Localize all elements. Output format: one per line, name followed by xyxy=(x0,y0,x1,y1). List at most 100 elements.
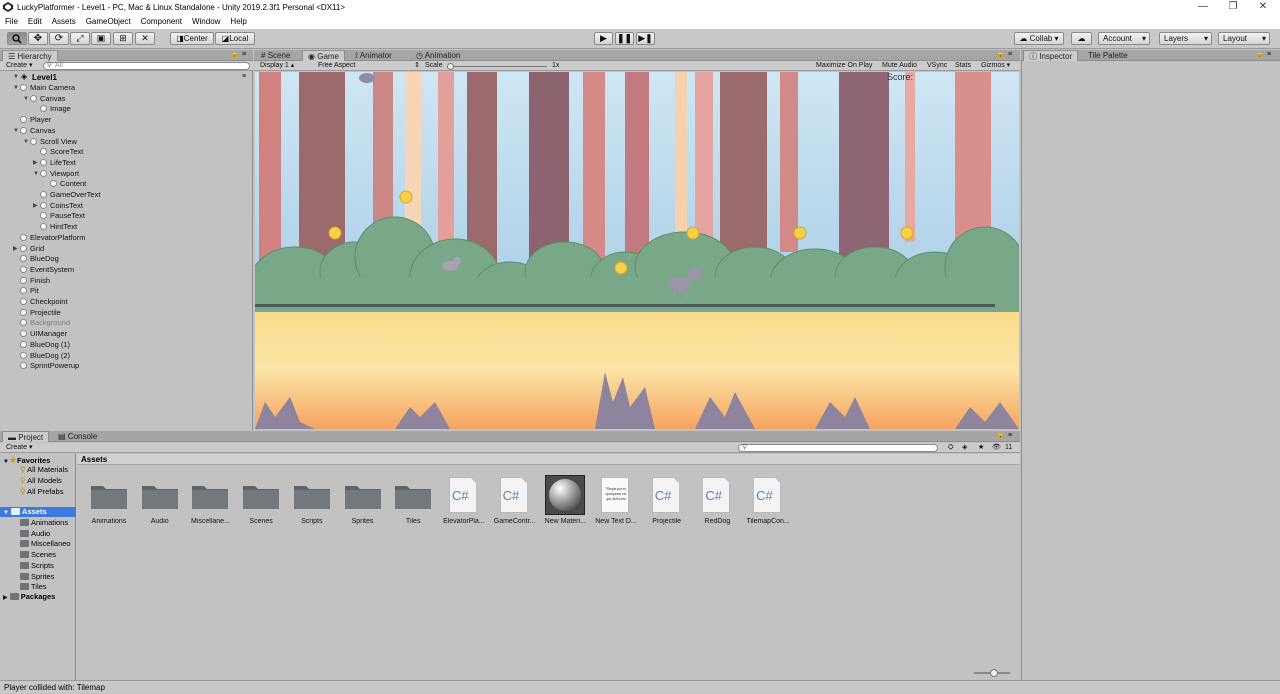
game-view[interactable]: Score: xyxy=(255,72,1019,429)
tab-scene[interactable]: # Scene xyxy=(256,50,295,61)
collab-button[interactable]: ☁ Collab ▾ xyxy=(1014,32,1064,45)
hierarchy-item[interactable]: Player xyxy=(20,115,51,125)
display-dropdown[interactable]: Display 1 ▴ xyxy=(260,62,294,70)
project-create-button[interactable]: Create ▾ xyxy=(6,444,32,452)
hierarchy-item[interactable]: ▶ CoinsText xyxy=(33,201,83,211)
tab-console[interactable]: ▤ Console xyxy=(53,431,102,442)
asset-folder-node[interactable]: Scenes xyxy=(20,550,56,560)
hierarchy-item[interactable]: ScoreText xyxy=(40,147,83,157)
collapsed-arrow-icon[interactable]: ▶ xyxy=(33,158,38,168)
layers-dropdown[interactable]: Layers ▾ xyxy=(1159,32,1212,45)
project-search-input[interactable]: ⚲ xyxy=(738,444,938,452)
favorite-all-prefabs[interactable]: ⚲ All Prefabs xyxy=(20,487,63,497)
filter-label-icon[interactable]: ◈ xyxy=(962,444,967,452)
expand-arrow-icon[interactable]: ▼ xyxy=(13,72,19,82)
expand-arrow-icon[interactable]: ▼ xyxy=(33,169,39,179)
lock-icon[interactable]: 🔒 xyxy=(1255,51,1264,59)
icon-size-slider[interactable] xyxy=(974,669,1010,677)
panel-menu-icon[interactable]: ≡ xyxy=(242,51,246,59)
stats-toggle[interactable]: Stats xyxy=(955,62,971,70)
scene-row[interactable]: ▼ ◈ Level1 ≡ xyxy=(0,72,252,83)
scale-slider[interactable] xyxy=(447,63,547,70)
hierarchy-item[interactable]: EventSystem xyxy=(20,265,74,275)
hierarchy-create-button[interactable]: Create ▾ xyxy=(6,62,32,70)
hierarchy-item[interactable]: SprintPowerup xyxy=(20,361,79,371)
filter-type-icon[interactable]: ⛭ xyxy=(948,444,954,452)
pause-button[interactable]: ❚❚ xyxy=(615,32,634,45)
menu-component[interactable]: Component xyxy=(141,17,182,26)
move-tool-button[interactable]: ✥ xyxy=(28,32,48,45)
hierarchy-item[interactable]: ▼ Viewport xyxy=(33,169,79,179)
hierarchy-item[interactable]: ElevatorPlatform xyxy=(20,233,85,243)
asset-folder-node[interactable]: Miscellaneo xyxy=(20,539,71,549)
asset-folder-node[interactable]: Audio xyxy=(20,529,50,539)
hierarchy-item[interactable]: GameOverText xyxy=(40,190,100,200)
breadcrumb-assets[interactable]: Assets xyxy=(81,455,107,464)
lock-icon[interactable]: 🔒 xyxy=(996,51,1005,59)
panel-menu-icon[interactable]: ≡ xyxy=(1008,51,1012,59)
menu-gameobject[interactable]: GameObject xyxy=(86,17,131,26)
hierarchy-item[interactable]: HintText xyxy=(40,222,77,232)
cloud-button[interactable]: ☁ xyxy=(1071,32,1092,45)
hierarchy-item[interactable]: Pit xyxy=(20,286,39,296)
pivot-local-toggle[interactable]: ◪Local xyxy=(215,32,255,45)
favorites-node[interactable]: ▼★Favorites xyxy=(3,455,50,465)
asset-folder-node[interactable]: Scripts xyxy=(20,561,54,571)
hierarchy-item[interactable]: ▶ LifeText xyxy=(33,158,76,168)
tab-animator[interactable]: ⟟ Animator xyxy=(350,50,397,61)
vsync-toggle[interactable]: VSync xyxy=(927,62,947,70)
menu-help[interactable]: Help xyxy=(230,17,246,26)
collapsed-arrow-icon[interactable]: ▶ xyxy=(13,244,18,254)
hierarchy-item[interactable]: Projectile xyxy=(20,308,61,318)
mute-audio-toggle[interactable]: Mute Audio xyxy=(882,62,917,70)
close-button[interactable]: ✕ xyxy=(1244,0,1280,14)
transform-tool-button[interactable]: ⊞ xyxy=(113,32,133,45)
hierarchy-item[interactable]: BlueDog (2) xyxy=(20,351,70,361)
menu-window[interactable]: Window xyxy=(192,17,220,26)
scene-menu-icon[interactable]: ≡ xyxy=(242,73,246,81)
scale-tool-button[interactable]: ⤢ xyxy=(70,32,90,45)
favorite-star-icon[interactable]: ★ xyxy=(978,444,984,452)
rect-tool-button[interactable]: ▣ xyxy=(91,32,111,45)
hierarchy-item[interactable]: Background xyxy=(20,318,70,328)
menu-edit[interactable]: Edit xyxy=(28,17,42,26)
panel-menu-icon[interactable]: ≡ xyxy=(1267,51,1271,59)
maximize-on-play-toggle[interactable]: Maximize On Play xyxy=(816,62,872,70)
hierarchy-item[interactable]: BlueDog (1) xyxy=(20,340,70,350)
hierarchy-item[interactable]: ▼ Scroll View xyxy=(23,137,77,147)
expand-arrow-icon[interactable]: ▼ xyxy=(23,137,29,147)
tab-inspector[interactable]: ⓘ Inspector xyxy=(1023,50,1079,61)
hierarchy-item[interactable]: BlueDog xyxy=(20,254,59,264)
asset-folder-node[interactable]: Animations xyxy=(20,518,68,528)
expand-arrow-icon[interactable]: ▼ xyxy=(13,126,19,136)
tab-project[interactable]: ▬ Project xyxy=(2,431,50,442)
asset-folder-node[interactable]: Sprites xyxy=(20,572,54,582)
hierarchy-item[interactable]: ▼ Canvas xyxy=(23,94,65,104)
assets-root-node[interactable]: ▼ Assets xyxy=(0,507,76,517)
lock-icon[interactable]: 🔒 xyxy=(996,432,1005,440)
hierarchy-item[interactable]: UIManager xyxy=(20,329,67,339)
rotate-tool-button[interactable]: ⟳ xyxy=(49,32,69,45)
collapsed-arrow-icon[interactable]: ▶ xyxy=(33,201,38,211)
menu-assets[interactable]: Assets xyxy=(52,17,76,26)
hierarchy-search-input[interactable]: ⚲ All xyxy=(43,62,250,70)
hierarchy-item[interactable]: Image xyxy=(40,104,71,114)
hierarchy-item[interactable]: ▼ Canvas xyxy=(13,126,55,136)
hierarchy-item[interactable]: ▼ Main Camera xyxy=(13,83,75,93)
expand-arrow-icon[interactable]: ▼ xyxy=(13,83,19,93)
panel-menu-icon[interactable]: ≡ xyxy=(1008,432,1012,440)
lock-icon[interactable]: 🔒 xyxy=(230,51,239,59)
play-button[interactable]: ▶ xyxy=(594,32,613,45)
gizmos-dropdown[interactable]: Gizmos ▾ xyxy=(981,62,1010,70)
tab-game[interactable]: ◉ Game xyxy=(302,50,346,61)
tab-hierarchy[interactable]: ☰ Hierarchy xyxy=(2,50,58,61)
menu-file[interactable]: File xyxy=(5,17,18,26)
hierarchy-item[interactable]: Content xyxy=(50,179,86,189)
hierarchy-item[interactable]: Checkpoint xyxy=(20,297,68,307)
hierarchy-item[interactable]: ▶ Grid xyxy=(13,244,44,254)
account-dropdown[interactable]: Account ▾ xyxy=(1098,32,1150,45)
asset-folder-node[interactable]: Tiles xyxy=(20,582,47,592)
tab-animation[interactable]: ◷ Animation xyxy=(411,50,465,61)
aspect-dropdown[interactable]: Free Aspect ⇕ xyxy=(318,62,420,70)
favorite-all-materials[interactable]: ⚲ All Materials xyxy=(20,465,68,475)
